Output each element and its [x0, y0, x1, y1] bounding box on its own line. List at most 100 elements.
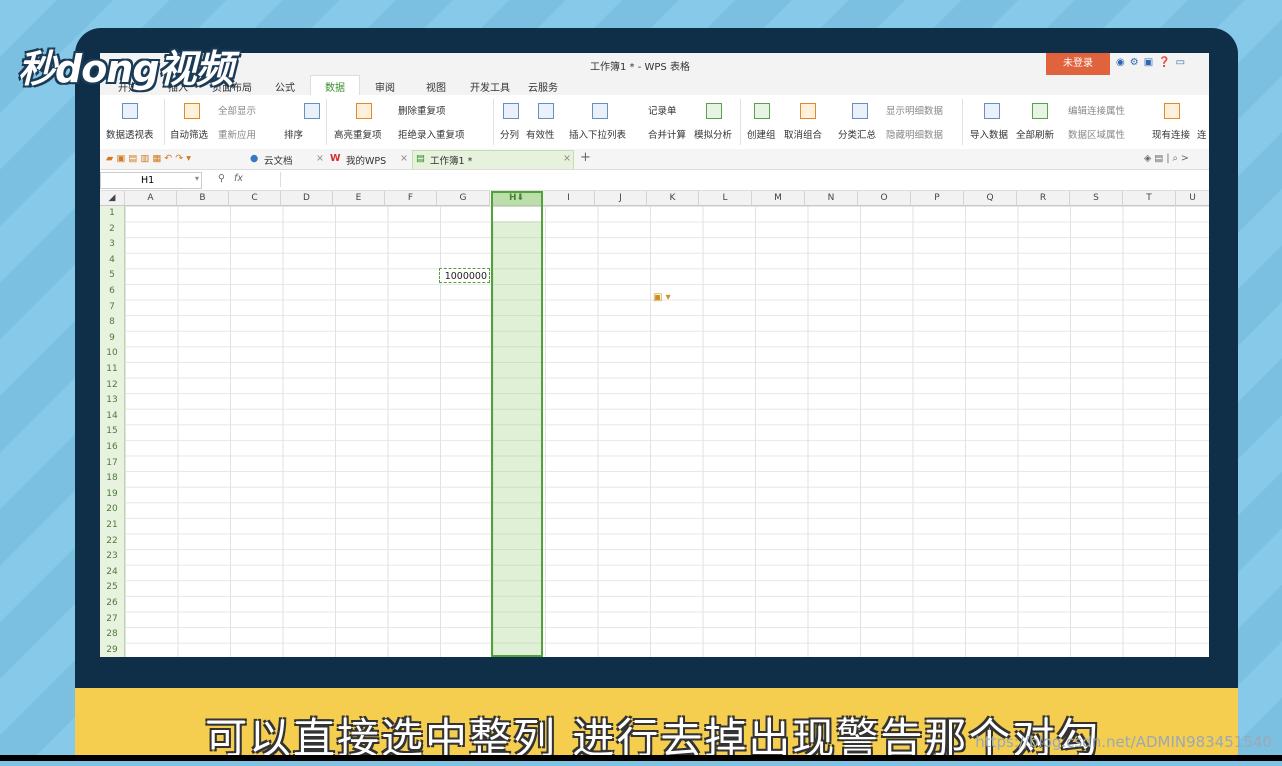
col-header-b[interactable]: B — [177, 191, 229, 206]
pivot-button[interactable]: 数据透视表 — [106, 127, 154, 141]
existing-conn-button[interactable]: 现有连接 — [1152, 127, 1190, 141]
col-header-d[interactable]: D — [281, 191, 333, 206]
import-button[interactable]: 导入数据 — [970, 127, 1008, 141]
col-header-c[interactable]: C — [229, 191, 281, 206]
row-header[interactable]: 17 — [100, 455, 125, 473]
menu-item-developer[interactable]: 开发工具 — [470, 79, 510, 94]
menu-item-data[interactable]: 数据 — [310, 75, 360, 97]
validity-button[interactable]: 有效性 — [526, 127, 555, 141]
reject-dup-button[interactable]: 拒绝录入重复项 — [398, 127, 465, 141]
col-header-o[interactable]: O — [858, 191, 911, 206]
new-tab-button[interactable]: + — [580, 150, 591, 165]
row-header[interactable]: 9 — [100, 330, 125, 348]
col-header-u[interactable]: U — [1176, 191, 1209, 206]
close-icon[interactable]: × — [316, 153, 324, 164]
active-cell-h1[interactable] — [493, 207, 541, 221]
col-header-a[interactable]: A — [125, 191, 177, 206]
row-header[interactable]: 15 — [100, 424, 125, 441]
cell-g5[interactable]: 1000000 — [439, 268, 490, 283]
insert-dropdown-button[interactable]: 插入下拉列表 — [569, 127, 626, 141]
paste-options-icon[interactable]: ▣ ▾ — [653, 292, 671, 303]
menu-item-formula[interactable]: 公式 — [275, 79, 295, 94]
row-header[interactable]: 22 — [100, 533, 125, 551]
col-header-s[interactable]: S — [1070, 191, 1123, 206]
row-header[interactable]: 7 — [100, 299, 125, 317]
row-header[interactable]: 5 — [100, 268, 125, 285]
col-header-n[interactable]: N — [805, 191, 858, 206]
col-header-l[interactable]: L — [699, 191, 752, 206]
row-header[interactable]: 26 — [100, 596, 125, 613]
consolidate-button[interactable]: 合并计算 — [648, 127, 686, 141]
formula-input[interactable] — [280, 172, 1209, 187]
reapply-button[interactable]: 重新应用 — [218, 127, 256, 141]
col-header-e[interactable]: E — [333, 191, 385, 206]
edit-link-button[interactable]: 编辑连接属性 — [1068, 103, 1125, 117]
col-header-k[interactable]: K — [647, 191, 699, 206]
split-button[interactable]: 分列 — [500, 127, 519, 141]
row-header[interactable]: 6 — [100, 284, 125, 301]
row-header[interactable]: 14 — [100, 408, 125, 426]
row-header[interactable]: 2 — [100, 221, 125, 239]
row-header[interactable]: 3 — [100, 237, 125, 254]
row-header[interactable]: 29 — [100, 642, 125, 657]
zoom-icon[interactable]: ⚲ — [218, 173, 225, 184]
col-header-j[interactable]: J — [595, 191, 647, 206]
col-header-g[interactable]: G — [437, 191, 490, 206]
menu-item-review[interactable]: 审阅 — [375, 79, 395, 94]
row-header[interactable]: 8 — [100, 315, 125, 332]
row-header[interactable]: 13 — [100, 393, 125, 410]
login-button[interactable]: 未登录 — [1046, 53, 1110, 75]
row-header[interactable]: 4 — [100, 252, 125, 270]
col-header-r[interactable]: R — [1017, 191, 1070, 206]
name-box[interactable]: H1 — [100, 172, 202, 189]
sort-button[interactable]: 排序 — [284, 127, 303, 141]
selected-column-h[interactable] — [491, 191, 543, 657]
col-header-q[interactable]: Q — [964, 191, 1017, 206]
cell-area[interactable] — [125, 206, 1209, 657]
whatif-button[interactable]: 模拟分析 — [694, 127, 732, 141]
row-header[interactable]: 11 — [100, 362, 125, 379]
fx-icon[interactable]: fx — [234, 173, 243, 184]
tab-my-wps[interactable]: 我的WPS — [346, 153, 386, 167]
menu-item-view[interactable]: 视图 — [426, 79, 446, 94]
row-header[interactable]: 19 — [100, 486, 125, 504]
name-box-dropdown-icon[interactable]: ▾ — [195, 174, 199, 183]
row-header[interactable]: 16 — [100, 440, 125, 457]
quick-access-icons[interactable]: ▰ ▣ ▤ ▥ ▦ ↶ ↷ ▾ — [106, 153, 191, 164]
tab-cloud-docs[interactable]: 云文档 — [264, 153, 293, 167]
col-header-t[interactable]: T — [1123, 191, 1176, 206]
row-header[interactable]: 20 — [100, 502, 125, 519]
row-header[interactable]: 27 — [100, 611, 125, 629]
row-header[interactable]: 21 — [100, 518, 125, 535]
col-header-i[interactable]: I — [543, 191, 595, 206]
row-header[interactable]: 12 — [100, 377, 125, 395]
toolbar-right-icons[interactable]: ◈ ▤ | ⌕ > — [1144, 153, 1189, 164]
col-header-m[interactable]: M — [752, 191, 805, 206]
close-icon[interactable]: × — [563, 153, 571, 164]
row-header[interactable]: 25 — [100, 580, 125, 597]
record-form-button[interactable]: 记录单 — [648, 103, 677, 117]
highlight-dup-button[interactable]: 高亮重复项 — [334, 127, 382, 141]
row-header[interactable]: 23 — [100, 549, 125, 566]
hide-detail-button[interactable]: 隐藏明细数据 — [886, 127, 943, 141]
subtotal-button[interactable]: 分类汇总 — [838, 127, 876, 141]
create-group-button[interactable]: 创建组 — [747, 127, 776, 141]
row-header[interactable]: 24 — [100, 564, 125, 582]
col-header-p[interactable]: P — [911, 191, 964, 206]
ungroup-button[interactable]: 取消组合 — [784, 127, 822, 141]
conn-button[interactable]: 连 — [1197, 127, 1207, 141]
row-header[interactable]: 18 — [100, 471, 125, 488]
row-header[interactable]: 28 — [100, 627, 125, 644]
row-header[interactable]: 1 — [100, 206, 125, 223]
col-header-f[interactable]: F — [385, 191, 437, 206]
title-icons[interactable]: ◉⚙▣❓▭ — [1116, 57, 1190, 68]
row-header[interactable]: 10 — [100, 346, 125, 363]
menu-item-cloud[interactable]: 云服务 — [528, 79, 558, 94]
refresh-all-button[interactable]: 全部刷新 — [1016, 127, 1054, 141]
show-all-button[interactable]: 全部显示 — [218, 103, 256, 117]
close-icon[interactable]: × — [400, 153, 408, 164]
select-all-corner[interactable]: ◢ — [100, 191, 125, 206]
delete-dup-button[interactable]: 删除重复项 — [398, 103, 446, 117]
range-prop-button[interactable]: 数据区域属性 — [1068, 127, 1125, 141]
show-detail-button[interactable]: 显示明细数据 — [886, 103, 943, 117]
